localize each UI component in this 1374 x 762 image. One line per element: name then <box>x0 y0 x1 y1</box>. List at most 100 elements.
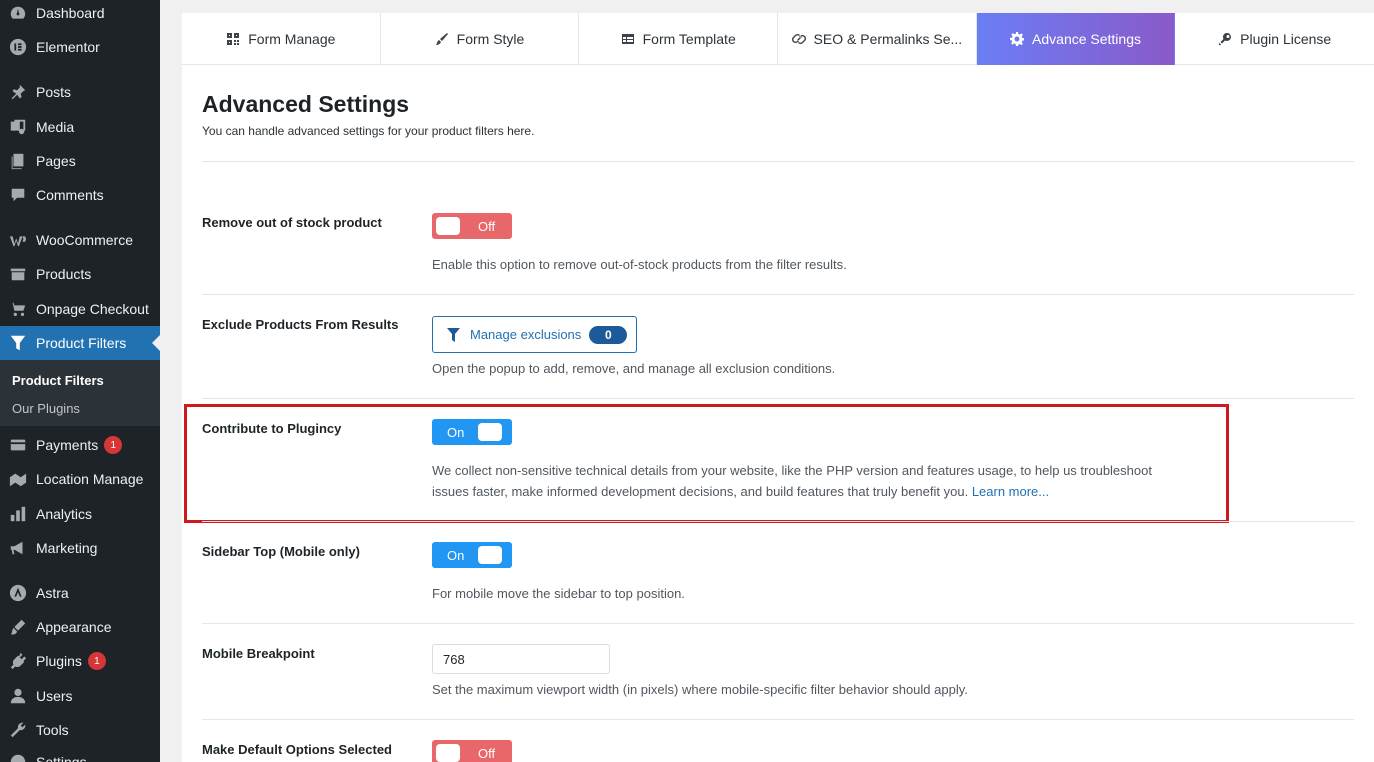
tab-label: Form Manage <box>248 30 336 47</box>
toggle-default-options[interactable]: Off <box>432 740 512 762</box>
tab-form-style[interactable]: Form Style <box>380 13 580 65</box>
submenu-item-product-filters[interactable]: Product Filters <box>12 373 104 388</box>
menu-item-product-filters[interactable]: Product Filters <box>0 326 160 360</box>
toggle-state: Off <box>478 745 496 761</box>
setting-label-exclude-products: Exclude Products From Results <box>202 317 399 332</box>
menu-label: Plugins <box>36 653 82 669</box>
toggle-sidebar-top[interactable]: On <box>432 542 512 568</box>
menu-label: Products <box>36 266 92 282</box>
setting-label-remove-out-of-stock: Remove out of stock product <box>202 215 382 230</box>
learn-more-link[interactable]: Learn more... <box>972 484 1049 499</box>
setting-desc-sidebar-top: For mobile move the sidebar to top posit… <box>432 586 685 601</box>
page-subtitle: You can handle advanced settings for you… <box>202 124 535 138</box>
menu-item-payments[interactable]: Payments 1 <box>0 428 160 462</box>
update-badge: 1 <box>87 652 106 670</box>
menu-item-woocommerce[interactable]: WooCommerce <box>0 223 160 257</box>
toggle-state: On <box>447 547 465 563</box>
tab-seo-permalinks[interactable]: SEO & Permalinks Se... <box>778 13 977 65</box>
key-icon <box>1218 32 1232 46</box>
manage-exclusions-label: Manage exclusions <box>470 327 582 342</box>
desc-text: issues faster, make informed development… <box>432 484 969 499</box>
elementor-icon <box>8 37 28 57</box>
menu-item-plugins[interactable]: Plugins 1 <box>0 644 160 678</box>
menu-item-location-manage[interactable]: Location Manage <box>0 462 160 496</box>
toggle-knob <box>478 546 502 564</box>
divider <box>202 719 1354 720</box>
menu-item-onpage-checkout[interactable]: Onpage Checkout <box>0 292 160 326</box>
settings-icon <box>8 752 28 762</box>
megaphone-icon <box>8 538 28 558</box>
menu-item-settings[interactable]: Settings <box>0 745 160 762</box>
products-icon <box>8 264 28 284</box>
divider <box>202 398 1354 399</box>
tab-label: Plugin License <box>1240 30 1332 47</box>
wrench-icon <box>8 720 28 740</box>
setting-label-contribute: Contribute to Plugincy <box>202 421 342 436</box>
filter-icon <box>8 333 28 353</box>
setting-desc-contribute: We collect non-sensitive technical detai… <box>432 460 1222 502</box>
comment-icon <box>8 185 28 205</box>
toggle-knob <box>436 217 460 235</box>
menu-label: Astra <box>36 585 69 601</box>
media-icon <box>8 117 28 137</box>
exclusions-count-badge: 0 <box>589 325 628 344</box>
mobile-breakpoint-input[interactable] <box>432 644 610 674</box>
menu-label: Posts <box>36 84 72 100</box>
setting-desc-remove-out-of-stock: Enable this option to remove out-of-stoc… <box>432 257 847 272</box>
toggle-contribute[interactable]: On <box>432 419 512 445</box>
settings-tabs: Form Manage Form Style Form Template SEO… <box>182 13 1374 65</box>
pages-icon <box>8 151 28 171</box>
astra-icon <box>8 583 28 603</box>
divider <box>202 294 1354 295</box>
toggle-knob <box>436 744 460 762</box>
location-icon <box>8 469 28 489</box>
menu-item-dashboard[interactable]: Dashboard <box>0 0 160 30</box>
menu-item-posts[interactable]: Posts <box>0 75 160 109</box>
desc-line-2: issues faster, make informed development… <box>432 481 1222 502</box>
settings-panel: Form Manage Form Style Form Template SEO… <box>182 13 1374 762</box>
pin-icon <box>8 82 28 102</box>
plugin-icon <box>8 651 28 671</box>
submenu-item-our-plugins[interactable]: Our Plugins <box>12 401 80 416</box>
menu-item-comments[interactable]: Comments <box>0 178 160 212</box>
menu-label: Comments <box>36 187 104 203</box>
menu-item-astra[interactable]: Astra <box>0 576 160 610</box>
user-icon <box>8 686 28 706</box>
brush-icon <box>8 617 28 637</box>
menu-label: Location Manage <box>36 471 144 487</box>
setting-desc-exclude-products: Open the popup to add, remove, and manag… <box>432 361 836 376</box>
woocommerce-icon <box>8 230 28 250</box>
menu-item-appearance[interactable]: Appearance <box>0 610 160 644</box>
menu-label: Tools <box>36 722 69 738</box>
menu-label: Settings <box>36 754 87 762</box>
menu-item-products[interactable]: Products <box>0 257 160 291</box>
menu-item-analytics[interactable]: Analytics <box>0 497 160 531</box>
template-icon <box>621 32 635 46</box>
submenu-product-filters: Product Filters Our Plugins <box>0 360 160 426</box>
menu-label: Marketing <box>36 540 98 556</box>
menu-item-users[interactable]: Users <box>0 679 160 713</box>
menu-item-tools[interactable]: Tools <box>0 713 160 747</box>
menu-item-pages[interactable]: Pages <box>0 144 160 178</box>
toggle-state: On <box>447 424 465 440</box>
menu-label: Onpage Checkout <box>36 301 149 317</box>
link-icon <box>791 32 806 46</box>
tab-form-manage[interactable]: Form Manage <box>182 13 381 65</box>
menu-label: Dashboard <box>36 5 105 21</box>
payments-icon <box>8 435 28 455</box>
manage-exclusions-button[interactable]: Manage exclusions 0 <box>432 316 637 353</box>
menu-label: Media <box>36 119 75 135</box>
desc-line: We collect non-sensitive technical detai… <box>432 463 1152 478</box>
tab-advance-settings[interactable]: Advance Settings <box>976 13 1176 65</box>
menu-item-marketing[interactable]: Marketing <box>0 531 160 565</box>
menu-item-media[interactable]: Media <box>0 110 160 144</box>
menu-label: Analytics <box>36 506 93 522</box>
menu-label: Elementor <box>36 39 100 55</box>
setting-label-mobile-breakpoint: Mobile Breakpoint <box>202 646 315 661</box>
tab-form-template[interactable]: Form Template <box>579 13 779 65</box>
menu-item-elementor[interactable]: Elementor <box>0 30 160 64</box>
tab-plugin-license[interactable]: Plugin License <box>1175 13 1374 65</box>
gear-icon <box>1010 31 1025 46</box>
menu-label: WooCommerce <box>36 232 133 248</box>
toggle-remove-out-of-stock[interactable]: Off <box>432 213 512 239</box>
